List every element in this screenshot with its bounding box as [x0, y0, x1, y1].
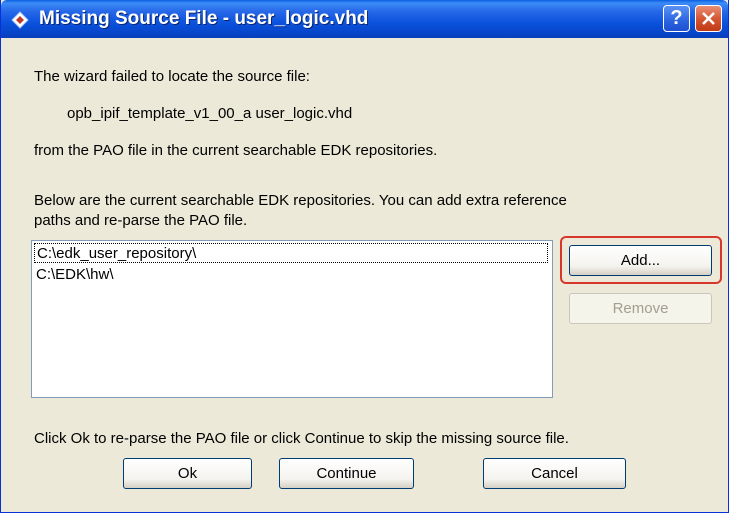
repositories-intro-1: Below are the current searchable EDK rep… [34, 192, 567, 209]
ok-button[interactable]: Ok [123, 458, 252, 489]
add-button[interactable]: Add... [569, 245, 712, 276]
help-icon: ? [670, 7, 683, 29]
help-button[interactable]: ? [663, 5, 690, 32]
message-line-1: The wizard failed to locate the source f… [34, 68, 310, 85]
close-button[interactable] [695, 5, 722, 32]
repositories-intro-2: paths and re-parse the PAO file. [34, 212, 248, 229]
title-bar[interactable]: Missing Source File - user_logic.vhd ? [1, 0, 728, 38]
cancel-button[interactable]: Cancel [483, 458, 626, 489]
close-icon [702, 12, 715, 25]
missing-file-path: opb_ipif_template_v1_00_a user_logic.vhd [67, 105, 353, 122]
list-item[interactable]: C:\edk_user_repository\ [34, 243, 548, 263]
remove-button[interactable]: Remove [569, 293, 712, 324]
continue-button[interactable]: Continue [279, 458, 414, 489]
repositories-listbox[interactable]: C:\edk_user_repository\ C:\EDK\hw\ [31, 240, 553, 398]
window-title: Missing Source File - user_logic.vhd [39, 8, 369, 29]
footer-instructions: Click Ok to re-parse the PAO file or cli… [34, 430, 569, 447]
list-item[interactable]: C:\EDK\hw\ [34, 265, 114, 285]
message-line-3: from the PAO file in the current searcha… [34, 142, 438, 159]
diamond-app-icon [11, 11, 29, 29]
missing-source-file-dialog: Missing Source File - user_logic.vhd ? T… [0, 0, 729, 513]
